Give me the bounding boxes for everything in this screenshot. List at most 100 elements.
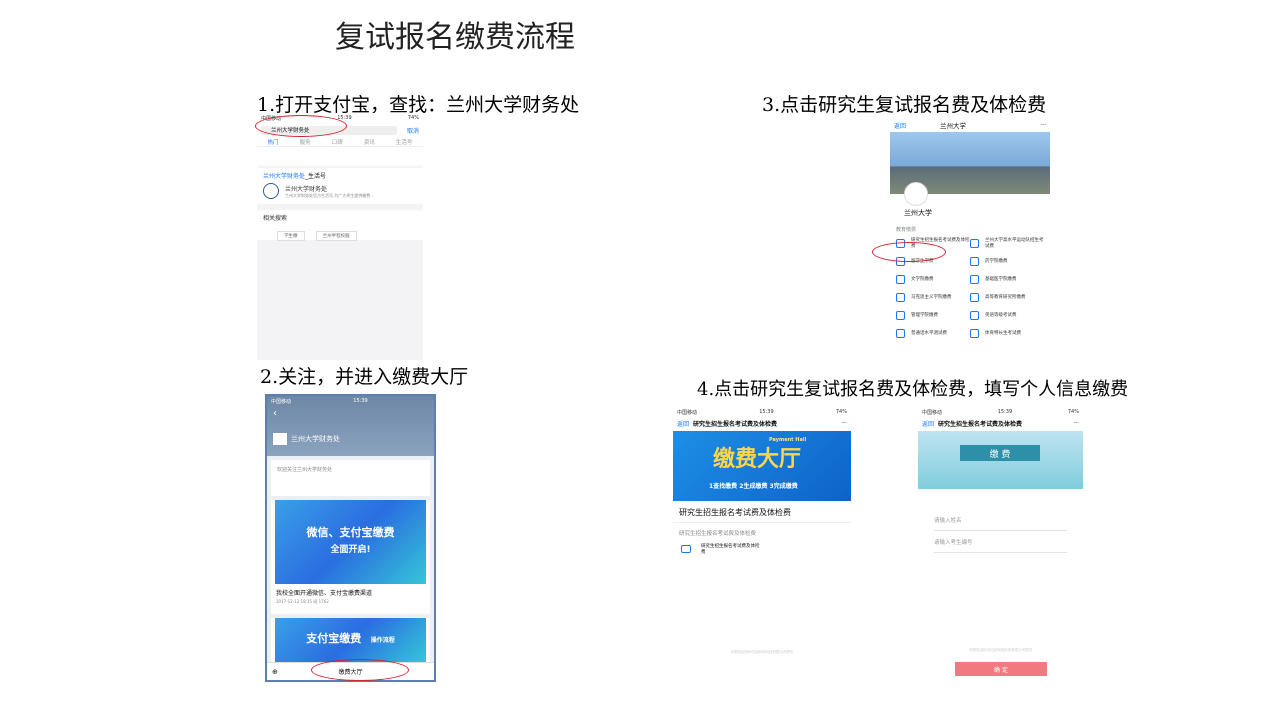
service-item[interactable]: 管理学院缴费 bbox=[896, 309, 970, 321]
service-item[interactable]: 基础医学院缴费 bbox=[970, 273, 1044, 285]
banner-text: 支付宝缴费 bbox=[306, 632, 362, 645]
related-title: 相关搜索 bbox=[263, 215, 288, 222]
service-label: 英语等级考试费 bbox=[985, 313, 1017, 318]
more-icon[interactable]: ··· bbox=[1040, 122, 1046, 129]
status-bar: 中国移动 15:39 74% bbox=[673, 407, 851, 417]
service-label: 体育特长生考试费 bbox=[985, 331, 1021, 336]
battery-label: 74% bbox=[835, 409, 847, 415]
circle-icon bbox=[970, 274, 979, 284]
candidate-id-input[interactable]: 请输入考生编号 bbox=[934, 531, 1067, 553]
step-4-caption: 4.点击研究生复试报名费及体检费，填写个人信息缴费 bbox=[697, 379, 1129, 400]
section-title: 教育缴费 bbox=[896, 227, 917, 233]
pen-icon bbox=[896, 328, 905, 338]
sport-icon bbox=[970, 238, 979, 248]
footer-text: 本服务由杭州亿起网络科技有限公司提供 bbox=[730, 650, 794, 654]
step-2-caption: 2.关注，并进入缴费大厅 bbox=[260, 366, 469, 388]
service-item[interactable]: 药学院缴费 bbox=[970, 255, 1044, 267]
tab-news[interactable]: 资讯 bbox=[364, 138, 375, 146]
hall-banner-text: 缴费大厅 bbox=[713, 447, 802, 472]
tab-hot[interactable]: 热门 bbox=[268, 138, 279, 146]
nav-title: 兰州大学 bbox=[940, 122, 967, 130]
section-subtitle: 研究生招生报名考试费及体检费 bbox=[679, 531, 757, 537]
name-placeholder: 请输入姓名 bbox=[934, 517, 962, 524]
screenshot-alipay-search: 中国移动 15:39 74% 兰州大学财务处 取消 热门 服务 口碑 资讯 生活… bbox=[257, 113, 423, 360]
tab-koubei[interactable]: 口碑 bbox=[332, 138, 343, 146]
tab-service[interactable]: 服务 bbox=[300, 138, 311, 146]
back-button[interactable]: 返回 bbox=[677, 419, 689, 428]
time-label: 15:39 bbox=[997, 409, 1013, 415]
cancel-button[interactable]: 取消 bbox=[407, 126, 419, 135]
screenshot-life-account: 中国移动 15:39 ‹ 兰州大学财务处 欢迎关注兰州大学财务处 微信、支付宝缴… bbox=[265, 394, 436, 682]
battery-label: 74% bbox=[1067, 409, 1079, 415]
nav-title: 研究生招生报名考试费及体检费 bbox=[938, 420, 1023, 428]
article-card[interactable]: 微信、支付宝缴费 全面开启! 我校全面开通微信、支付宝缴费渠道 2017-12-… bbox=[271, 500, 430, 614]
article-title: 我校全面开通微信、支付宝缴费渠道 bbox=[276, 590, 373, 597]
payment-banner: 缴 费 bbox=[918, 431, 1083, 489]
banner-line1: 微信、支付宝缴费 bbox=[306, 526, 395, 539]
welcome-text: 欢迎关注兰州大学财务处 bbox=[277, 467, 333, 473]
result-link[interactable]: 兰州大学财务处 bbox=[263, 173, 305, 180]
service-label: 文学院缴费 bbox=[911, 277, 934, 282]
payment-banner-text: 缴 费 bbox=[960, 445, 1040, 461]
service-item[interactable]: 高等教育研究所缴费 bbox=[970, 291, 1044, 303]
screenshot-payment-hall: 中国移动 15:39 74% 返回 研究生招生报名考试费及体检费 ··· 缴费大… bbox=[673, 407, 851, 659]
tab-life-account[interactable]: 生活号 bbox=[396, 138, 413, 146]
service-label: 药学院缴费 bbox=[985, 259, 1008, 264]
fee-item[interactable]: 研究生招生报名考试费及体检费 bbox=[673, 543, 851, 555]
chart-icon bbox=[896, 310, 905, 320]
more-icon[interactable]: ··· bbox=[841, 420, 847, 427]
carrier-label: 中国移动 bbox=[922, 409, 943, 416]
result-desc: 兰州大学财务处官方生活号,为广大师生提供缴费… bbox=[285, 192, 375, 198]
battery-label: 74% bbox=[407, 115, 419, 121]
building-icon bbox=[970, 292, 979, 302]
footer-text: 本服务由杭州亿起网络科技有限公司提供 bbox=[969, 648, 1032, 652]
service-label: 基础医学院缴费 bbox=[985, 277, 1017, 282]
account-name: 兰州大学财务处 bbox=[291, 435, 340, 443]
service-item[interactable]: 兰州大学高水平运动队招生考试费 bbox=[970, 237, 1044, 249]
service-item[interactable]: 马克思主义学院缴费 bbox=[896, 291, 970, 303]
cap-icon bbox=[681, 545, 691, 553]
service-item[interactable]: 文学院缴费 bbox=[896, 273, 970, 285]
name-input[interactable]: 请输入姓名 bbox=[934, 509, 1067, 531]
list-icon bbox=[970, 328, 979, 338]
status-bar: 中国移动 15:39 74% bbox=[918, 407, 1083, 417]
fee-item-label: 研究生招生报名考试费及体检费 bbox=[701, 544, 760, 555]
welcome-card: 欢迎关注兰州大学财务处 bbox=[271, 460, 430, 496]
time-label: 15:39 bbox=[759, 409, 774, 415]
search-tabs: 热门 服务 口碑 资讯 生活号 bbox=[257, 137, 423, 147]
search-icon bbox=[896, 292, 905, 302]
back-arrow-icon[interactable]: ‹ bbox=[273, 408, 277, 419]
article-meta: 2017-12-12 18:15 阅 1762 bbox=[276, 599, 329, 604]
service-item[interactable]: 普通话水平测试费 bbox=[896, 327, 970, 339]
pill-icon bbox=[970, 256, 979, 266]
highlight-ellipse bbox=[255, 115, 347, 137]
service-label: 管理学院缴费 bbox=[911, 313, 938, 318]
confirm-button[interactable]: 确 定 bbox=[955, 662, 1047, 676]
banner-line2: 全面开启! bbox=[330, 545, 371, 555]
carrier-label: 中国移动 bbox=[271, 398, 292, 405]
article-banner: 微信、支付宝缴费 全面开启! bbox=[275, 500, 426, 584]
account-logo-icon bbox=[273, 433, 287, 445]
slide-title: 复试报名缴费流程 bbox=[335, 20, 575, 55]
chat-icon bbox=[970, 310, 979, 320]
step-3-caption: 3.点击研究生复试报名费及体检费 bbox=[762, 94, 1047, 116]
keyboard-icon[interactable]: ⊕ bbox=[272, 668, 278, 676]
related-search: 相关搜索 学生缴 兰州半程校服 bbox=[257, 210, 423, 241]
result-suffix: _生活号 bbox=[305, 173, 327, 180]
related-chip[interactable]: 兰州半程校服 bbox=[315, 231, 357, 241]
hall-banner-en: Payment Hall bbox=[769, 437, 807, 443]
hall-banner-steps: 1查找缴费 2生成缴费 3完成缴费 bbox=[709, 483, 798, 490]
service-label: 普通话水平测试费 bbox=[911, 331, 947, 336]
result-name: 兰州大学财务处 bbox=[285, 185, 328, 193]
campus-photo bbox=[890, 132, 1050, 206]
service-item[interactable]: 体育特长生考试费 bbox=[970, 327, 1044, 339]
banner-tag: 操作流程 bbox=[370, 637, 395, 644]
account-header: 中国移动 15:39 ‹ 兰州大学财务处 bbox=[267, 396, 434, 456]
more-icon[interactable]: ··· bbox=[1073, 420, 1079, 427]
back-button[interactable]: 返回 bbox=[922, 419, 934, 428]
related-chip[interactable]: 学生缴 bbox=[277, 231, 305, 241]
back-button[interactable]: 返回 bbox=[894, 121, 906, 130]
search-result[interactable]: 兰州大学财务处_生活号 兰州大学财务处 兰州大学财务处官方生活号,为广大师生提供… bbox=[257, 168, 423, 204]
id-placeholder: 请输入考生编号 bbox=[934, 539, 973, 546]
service-item[interactable]: 英语等级考试费 bbox=[970, 309, 1044, 321]
